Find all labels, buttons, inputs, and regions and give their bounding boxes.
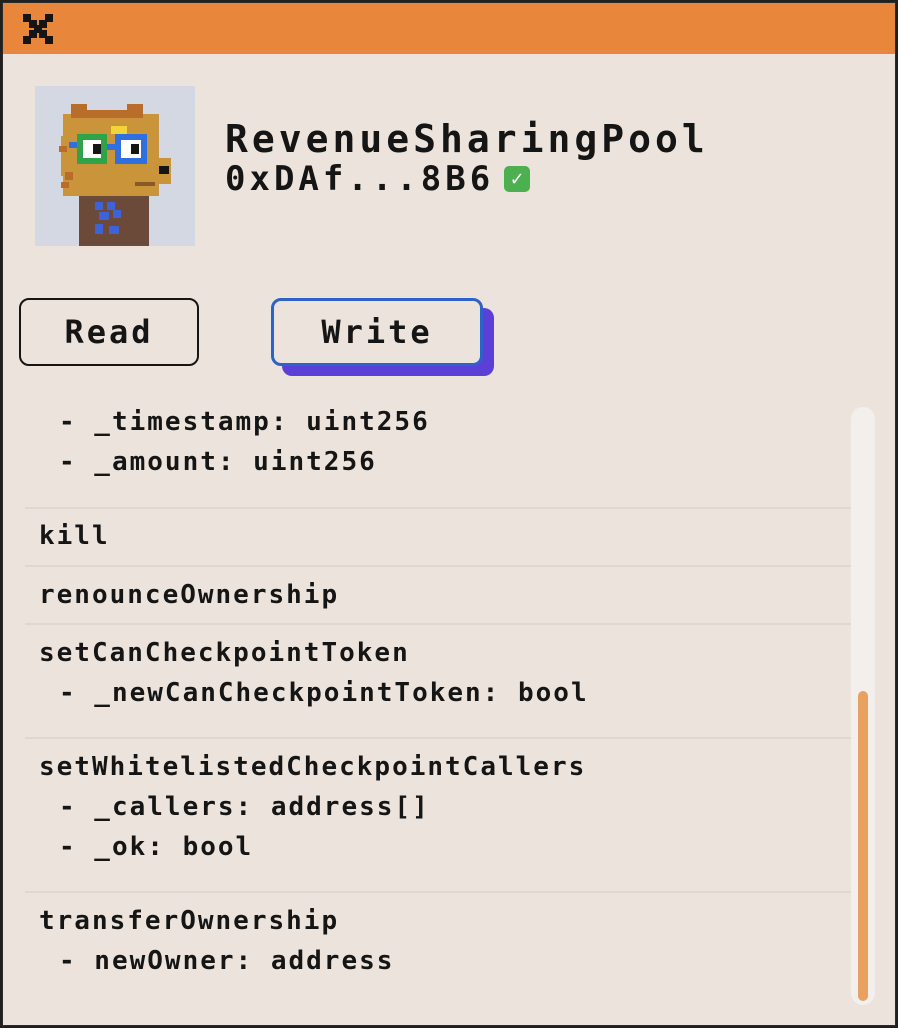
function-item[interactable]: kill	[25, 509, 851, 567]
function-item[interactable]: setCanCheckpointToken - _newCanCheckpoin…	[25, 625, 851, 739]
param-label: - _ok: bool	[59, 832, 254, 862]
address-row: 0xDAf...8B6 ✓	[225, 157, 531, 201]
scrollbar-thumb[interactable]	[858, 691, 868, 1001]
pixel-dog-avatar-icon	[35, 86, 195, 246]
check-badge-icon: ✓	[504, 166, 531, 192]
function-name: setWhitelistedCheckpointCallers	[39, 752, 587, 782]
function-name: setCanCheckpointToken	[39, 638, 410, 668]
param-label: - _amount: uint256	[59, 447, 377, 477]
function-name: kill	[39, 521, 110, 551]
scrollbar-track[interactable]	[851, 407, 875, 1005]
contract-address[interactable]: 0xDAf...8B6	[225, 157, 494, 201]
function-item[interactable]: renounceOwnership	[25, 567, 851, 625]
param-label: - _timestamp: uint256	[59, 407, 430, 437]
contract-window: RevenueSharingPool 0xDAf...8B6 ✓ Read Wr…	[2, 2, 896, 1026]
function-item[interactable]: transferOwnership - newOwner: address	[25, 893, 851, 1013]
function-name: renounceOwnership	[39, 580, 340, 610]
param-label: - _newCanCheckpointToken: bool	[59, 678, 589, 708]
param-label: - _callers: address[]	[59, 792, 430, 822]
function-item[interactable]: setWhitelistedCheckpointCallers - _calle…	[25, 739, 851, 893]
tab-read[interactable]: Read	[19, 298, 199, 366]
title-bar	[3, 3, 895, 54]
function-name: transferOwnership	[39, 906, 340, 936]
contract-name: RevenueSharingPool	[225, 117, 709, 161]
tab-write[interactable]: Write	[271, 298, 483, 366]
function-item[interactable]: - _timestamp: uint256 - _amount: uint256	[25, 403, 851, 509]
param-label: - newOwner: address	[59, 946, 395, 976]
function-list: - _timestamp: uint256 - _amount: uint256…	[25, 403, 851, 1013]
close-icon[interactable]	[21, 12, 55, 46]
